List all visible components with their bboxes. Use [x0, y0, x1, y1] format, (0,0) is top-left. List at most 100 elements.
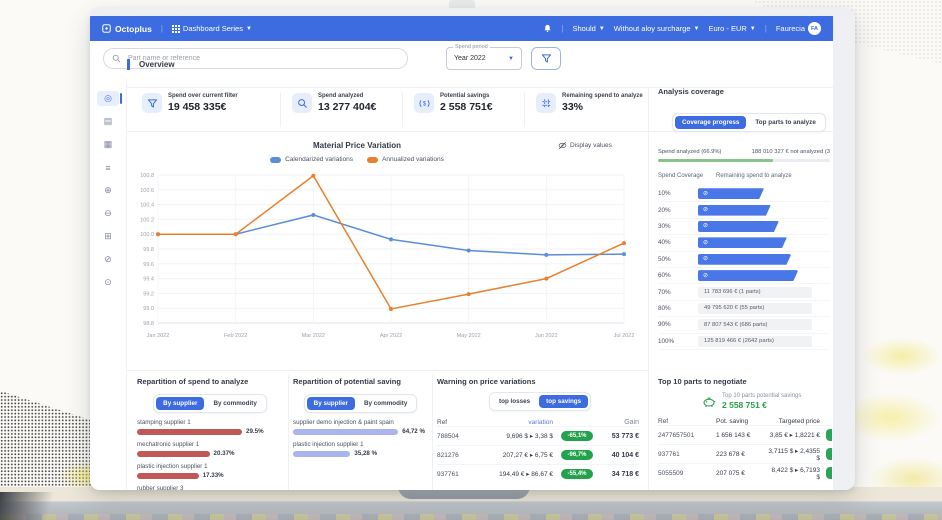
- octoplus-brand[interactable]: Octoplus: [102, 24, 152, 34]
- tab-by-commodity[interactable]: By commodity: [206, 397, 263, 410]
- tab-by-supplier[interactable]: By supplier: [156, 397, 204, 410]
- spend-period-value: Year 2022: [454, 55, 486, 62]
- negotiate-savings-label: Top 10 parts potential savings: [722, 393, 801, 399]
- coverage-value-bar: 49 795 620 € (55 parts): [698, 303, 812, 314]
- surcharge-dropdown[interactable]: Without aloy surcharge ▼: [614, 24, 700, 33]
- legend-swatch: [367, 157, 378, 163]
- negotiate-row[interactable]: 937761 223 678 € 3,7115 $ ▸ 2,4355 $: [658, 444, 832, 463]
- negotiate-ref: 5055509: [658, 470, 716, 477]
- sidebar-item-lists[interactable]: ≡: [97, 160, 119, 175]
- warning-gain: 34 718 €: [601, 471, 639, 478]
- display-values-toggle[interactable]: Display values: [558, 141, 612, 150]
- nav-divider: |: [765, 24, 767, 33]
- negotiate-badge-clipped: [826, 448, 832, 460]
- svg-text:99.4: 99.4: [143, 277, 154, 283]
- tab-by-supplier[interactable]: By supplier: [307, 397, 355, 410]
- tab-coverage-progress[interactable]: Coverage progress: [675, 116, 746, 129]
- warning-row[interactable]: 937761 194,49 € ▸ 86,67 € -55,4% 34 718 …: [437, 464, 639, 483]
- locked-coverage-bar[interactable]: ⊘: [698, 221, 779, 232]
- negotiate-table-header: Ref Pot. saving Targeted price: [658, 418, 832, 425]
- kpi-label: Spend over current filter: [168, 93, 238, 99]
- svg-text:Jul 2022: Jul 2022: [614, 333, 635, 339]
- repartition-item: plastic injection supplier 1 35,28 %: [293, 441, 428, 457]
- tab-by-commodity[interactable]: By commodity: [357, 397, 414, 410]
- divider: [280, 93, 281, 127]
- supplier-bar: [137, 429, 242, 435]
- notifications-button[interactable]: [543, 24, 552, 33]
- dashboard-series-menu[interactable]: Dashboard Series ▼: [172, 24, 252, 33]
- chevron-down-icon: ▼: [508, 56, 514, 62]
- background-corner-shadow: [0, 492, 70, 520]
- saving-repartition-card: Repartition of potential saving By suppl…: [293, 371, 428, 490]
- warning-ref: 788504: [437, 433, 475, 440]
- sidebar-item-download[interactable]: ⊖: [97, 206, 119, 221]
- analysis-coverage-title: Analysis coverage: [658, 87, 830, 96]
- repartition-item: plastic injection supplier 1 17.33%: [137, 463, 283, 479]
- sidebar-item-network[interactable]: ⊞: [97, 229, 119, 244]
- negotiate-row[interactable]: 2477657501 1 656 143 € 3,85 € ▸ 1,8221 €: [658, 425, 832, 444]
- spend-period-select[interactable]: Spend period Year 2022 ▼: [446, 47, 522, 70]
- divider: [524, 93, 525, 127]
- negotiate-saving: 1 656 143 €: [716, 432, 768, 439]
- coverage-row: 90% 87 807 543 € (686 parts): [658, 317, 830, 333]
- company-name: Faurecia: [776, 24, 805, 33]
- legend-annualized[interactable]: Annualized variations: [367, 156, 444, 163]
- svg-text:100.4: 100.4: [140, 203, 154, 209]
- account-menu[interactable]: Faurecia FA: [776, 22, 821, 35]
- locked-coverage-bar[interactable]: ⊘: [698, 205, 771, 216]
- warning-ref: 937761: [437, 471, 475, 478]
- spend-repartition-tabs: By supplier By commodity: [153, 394, 267, 413]
- filters-button[interactable]: [531, 47, 561, 70]
- sidebar-item-upload[interactable]: ⊕: [97, 183, 119, 198]
- sidebar-item-documents[interactable]: ▤: [97, 114, 119, 129]
- svg-text:Feb 2022: Feb 2022: [224, 333, 247, 339]
- kpi-label: Spend analyzed: [318, 93, 376, 99]
- avatar[interactable]: FA: [808, 22, 821, 35]
- chevron-down-icon: ▼: [693, 26, 699, 32]
- tab-top-parts-to-analyze[interactable]: Top parts to analyze: [748, 116, 822, 129]
- supplier-label: stamping supplier 1: [137, 419, 283, 426]
- negotiate-row[interactable]: 5055509 207 075 € 8,422 $ ▸ 6,7193 $: [658, 463, 832, 482]
- coverage-row: 50% ⊘: [658, 252, 830, 268]
- col-targeted-price: Targeted price: [768, 418, 832, 425]
- negotiate-ref: 937761: [658, 451, 716, 458]
- display-values-label: Display values: [570, 142, 612, 149]
- coverage-pct: 90%: [658, 321, 698, 328]
- sidebar-item-search-analysis[interactable]: ⊘: [97, 252, 119, 267]
- tab-top-savings[interactable]: top savings: [539, 395, 588, 408]
- sidebar-item-chat[interactable]: ⊙: [97, 275, 119, 290]
- locked-coverage-bar[interactable]: ⊘: [698, 254, 791, 265]
- spend-repartition-title: Repartition of spend to analyze: [137, 377, 283, 386]
- variation-badge: -55,4%: [561, 469, 592, 479]
- coverage-pct: 20%: [658, 207, 698, 214]
- legend-calendarized[interactable]: Calendarized variations: [270, 156, 353, 163]
- divider: [288, 375, 289, 490]
- coverage-row: 10% ⊘: [658, 186, 830, 202]
- brand-name: Octoplus: [115, 24, 152, 34]
- lock-icon: ⊘: [703, 191, 708, 197]
- hash-kpi-icon: [536, 93, 556, 113]
- warning-row[interactable]: 788504 9,696 $ ▸ 3,38 $ -65,1% 53 773 €: [437, 426, 639, 445]
- locked-coverage-bar[interactable]: ⊘: [698, 237, 787, 248]
- tab-top-losses[interactable]: top losses: [492, 395, 537, 408]
- sidebar-item-overview[interactable]: ◎: [97, 91, 119, 106]
- piggy-bank-icon: [702, 396, 716, 408]
- locked-coverage-bar[interactable]: ⊘: [698, 188, 764, 199]
- spend-period-label: Spend period: [453, 44, 490, 50]
- sidebar-item-analytics[interactable]: ▦: [97, 137, 119, 152]
- should-mode-dropdown[interactable]: Should ▼: [572, 24, 604, 33]
- left-sidebar: ◎ ▤ ▦ ≡ ⊕ ⊖ ⊞ ⊘ ⊙: [90, 79, 127, 490]
- negotiate-ref: 2477657501: [658, 432, 716, 439]
- currency-dropdown[interactable]: Euro - EUR ▼: [708, 24, 755, 33]
- locked-coverage-bar[interactable]: ⊘: [698, 270, 798, 281]
- col-ref: Ref: [437, 419, 475, 426]
- coverage-tabs: Coverage progress Top parts to analyze: [672, 113, 826, 132]
- warning-row[interactable]: 821276 207,27 € ▸ 6,75 € -96,7% 40 104 €: [437, 445, 639, 464]
- saving-repartition-bars: supplier demo injection & paint spain 64…: [293, 419, 428, 457]
- kpi-potential-savings: $ Potential savings 2 558 751€: [414, 93, 493, 113]
- top-navbar: Octoplus | Dashboard Series ▼ | Should: [90, 16, 833, 41]
- negotiate-target-price: 3,85 € ▸ 1,8221 €: [768, 431, 832, 439]
- svg-text:99.2: 99.2: [143, 291, 154, 297]
- coverage-pct: 100%: [658, 338, 698, 345]
- col-variation[interactable]: variation: [475, 419, 553, 426]
